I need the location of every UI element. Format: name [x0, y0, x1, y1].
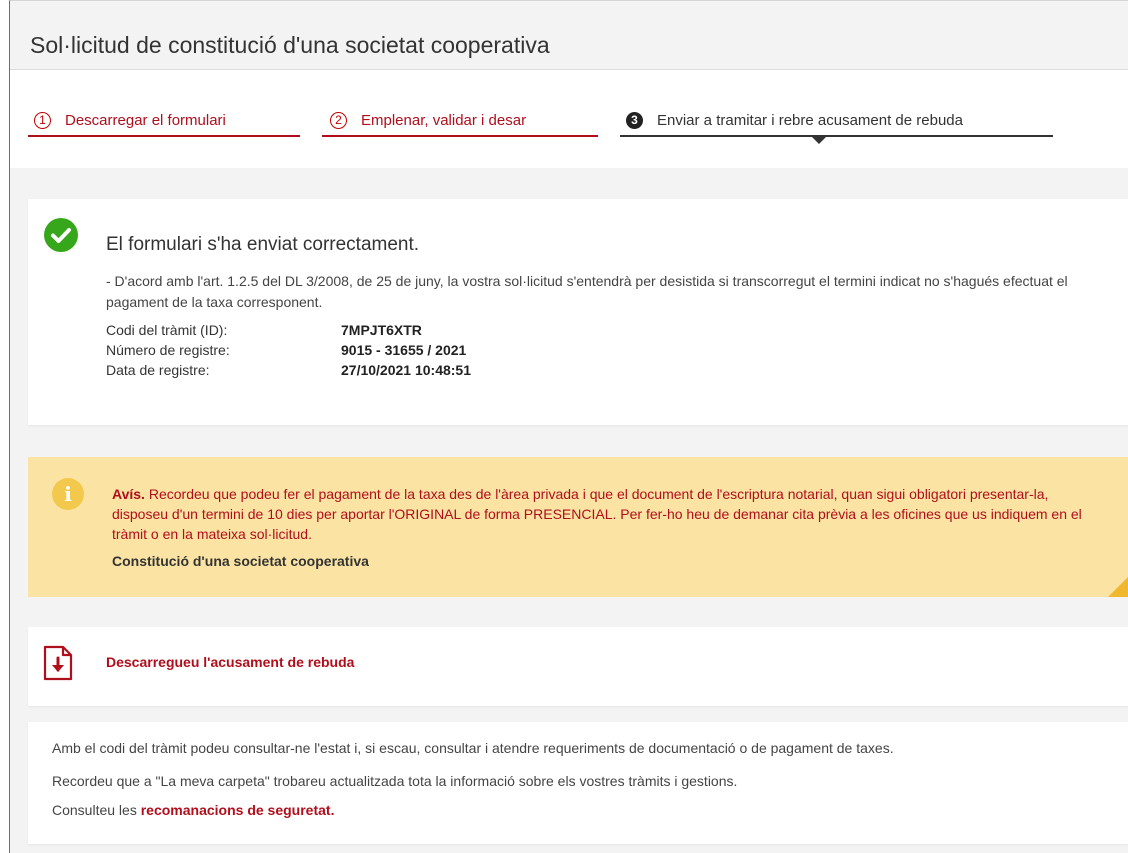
step-number-2: 2	[330, 111, 347, 129]
warning-prefix: Avís.	[112, 486, 145, 502]
download-card: Descarregueu l'acusament de rebuda	[28, 627, 1128, 706]
step-1[interactable]: 1 Descarregar el formulari	[34, 103, 226, 137]
page-title: Sol·licitud de constitució d'una societa…	[30, 32, 550, 58]
info-icon: i	[52, 478, 84, 510]
footer-line-3-prefix: Consulteu les	[52, 802, 141, 818]
info-value: 9015 - 31655 / 2021	[341, 342, 467, 358]
info-label: Codi del tràmit (ID):	[106, 322, 228, 338]
step-label-3: Enviar a tramitar i rebre acusament de r…	[657, 111, 963, 129]
step-3: 3 Enviar a tramitar i rebre acusament de…	[626, 103, 963, 137]
step-underline-1	[28, 135, 300, 137]
success-card: El formulari s'ha enviat correctament. -…	[28, 199, 1128, 425]
footer-line-1: Amb el codi del tràmit podeu consultar-n…	[52, 740, 894, 756]
step-label-1: Descarregar el formulari	[65, 111, 226, 129]
warning-text: Avís. Recordeu que podeu fer el pagament…	[112, 484, 1102, 544]
security-recommendations-link[interactable]: recomanacions de seguretat.	[141, 802, 335, 818]
footer-info-card: Amb el codi del tràmit podeu consultar-n…	[28, 722, 1128, 844]
info-value: 27/10/2021 10:48:51	[341, 362, 471, 378]
footer-line-2: Recordeu que a "La meva carpeta" trobare…	[52, 773, 738, 789]
success-title: El formulari s'ha enviat correctament.	[106, 234, 420, 255]
footer-line-3: Consulteu les recomanacions de seguretat…	[52, 802, 334, 818]
warning-subtitle: Constitució d'una societat cooperativa	[112, 553, 369, 569]
step-number-1: 1	[34, 111, 51, 129]
step-2[interactable]: 2 Emplenar, validar i desar	[330, 103, 526, 137]
warning-body: Recordeu que podeu fer el pagament de la…	[112, 486, 1082, 542]
check-circle-icon	[44, 218, 78, 252]
download-receipt-link[interactable]: Descarregueu l'acusament de rebuda	[106, 654, 354, 670]
warning-card: i Avís. Recordeu que podeu fer el pagame…	[28, 457, 1128, 597]
info-label: Número de registre:	[106, 342, 230, 358]
step-underline-2	[322, 135, 598, 137]
step-label-2: Emplenar, validar i desar	[361, 111, 527, 129]
success-note: - D'acord amb l'art. 1.2.5 del DL 3/2008…	[106, 273, 1068, 310]
folded-corner	[1108, 577, 1128, 597]
info-label: Data de registre:	[106, 362, 210, 378]
step-underline-3	[620, 135, 1053, 137]
info-value: 7MPJT6XTR	[341, 322, 422, 338]
step-number-3: 3	[626, 111, 643, 129]
pdf-download-icon[interactable]	[42, 645, 74, 681]
active-step-caret-icon	[812, 137, 826, 144]
page-header: Sol·licitud de constitució d'una societa…	[10, 1, 1128, 70]
